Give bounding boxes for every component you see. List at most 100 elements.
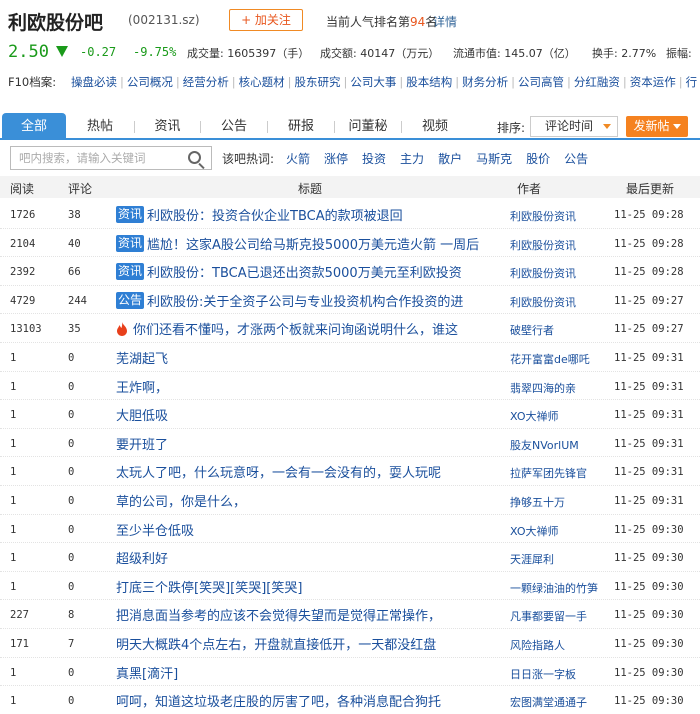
search-input[interactable] — [11, 147, 181, 169]
price-change-percent: -9.75% — [133, 45, 177, 59]
post-author-link[interactable]: 天涯犀利 — [510, 551, 610, 567]
hot-word-link[interactable]: 马斯克 — [476, 152, 512, 166]
list-header: 阅读 评论 标题 作者 最后更新 — [0, 176, 700, 198]
tab-bar: 全部 热帖 资讯 公告 研报 问董秘 视频 排序: 评论时间 发新帖 — [0, 113, 700, 140]
tab-announcements[interactable]: 公告 — [201, 113, 267, 140]
post-tag-badge[interactable]: 资讯 — [116, 206, 145, 223]
post-title-link[interactable]: 明天大概跌4个点左右，开盘就直接低开，一天都没红盘 — [116, 638, 436, 653]
hot-word-link[interactable]: 公告 — [564, 152, 588, 166]
last-updated-time: 11-25 09:31 — [614, 409, 684, 422]
post-author-link[interactable]: 风险指路人 — [510, 637, 610, 653]
f10-separator: | — [399, 75, 404, 89]
tab-news[interactable]: 资讯 — [135, 113, 200, 140]
table-row: 1 0 芜湖起飞 花开富富de哪吒 11-25 09:31 — [0, 343, 700, 372]
post-title-link[interactable]: 利欧股份：TBCA已退还出资款5000万美元至利欧投资 — [147, 266, 462, 281]
post-author-link[interactable]: XO大禅师 — [510, 523, 610, 539]
post-title-link[interactable]: 尴尬！这家A股公司给马斯克投5000万美元造火箭 一周后 — [147, 238, 479, 253]
quote-row: 2.50 -0.27 -9.75% 成交量: 1605397（手） 成交额: 4… — [8, 42, 700, 64]
post-author-link[interactable]: 拉萨军团先锋官 — [510, 465, 610, 481]
f10-link[interactable]: 操盘必读 — [71, 75, 117, 89]
tab-ask-secretary[interactable]: 问董秘 — [335, 113, 401, 140]
hot-word-link[interactable]: 股价 — [526, 152, 550, 166]
post-title-link[interactable]: 太玩人了吧，什么玩意呀，一会有一会没有的，耍人玩呢 — [116, 466, 441, 481]
post-title-cell: 超级利好 — [116, 548, 168, 567]
tab-hot[interactable]: 热帖 — [66, 113, 134, 140]
post-title-cell: 要开班了 — [116, 434, 168, 453]
post-title-link[interactable]: 至少半仓低吸 — [116, 524, 194, 539]
post-author-link[interactable]: 股友NVorlUM — [510, 437, 610, 453]
post-author-link[interactable]: 凡事都要留一手 — [510, 608, 610, 624]
f10-link[interactable]: 核心题材 — [239, 75, 285, 89]
post-title-link[interactable]: 王炸啊， — [116, 381, 168, 396]
f10-link[interactable]: 股本结构 — [406, 75, 452, 89]
comment-count: 244 — [68, 294, 87, 307]
last-updated-time: 11-25 09:30 — [614, 552, 684, 565]
tab-video[interactable]: 视频 — [402, 113, 468, 140]
post-title-link[interactable]: 真黑[滴汗] — [116, 667, 178, 682]
post-title-cell: 呵呵，知道这垃圾老庄股的厉害了吧，各种消息配合狗托 — [116, 691, 441, 710]
sort-select[interactable]: 评论时间 — [530, 116, 618, 137]
post-title-cell: 大胆低吸 — [116, 405, 168, 424]
f10-separator: | — [287, 75, 292, 89]
post-author-link[interactable]: 日日涨一字板 — [510, 666, 610, 682]
f10-link[interactable]: 行 — [686, 75, 698, 89]
post-author-link[interactable]: 翡翠四海的亲 — [510, 380, 610, 396]
post-title-link[interactable]: 呵呵，知道这垃圾老庄股的厉害了吧，各种消息配合狗托 — [116, 695, 441, 710]
new-post-button[interactable]: 发新帖 — [626, 116, 688, 137]
tab-research[interactable]: 研报 — [268, 113, 334, 140]
follow-button[interactable]: + 加关注 — [229, 9, 303, 31]
post-title-link[interactable]: 利欧股份：投资合伙企业TBCA的款项被退回 — [147, 209, 403, 224]
post-title-link[interactable]: 要开班了 — [116, 438, 168, 453]
f10-separator: | — [511, 75, 515, 89]
post-tag-badge[interactable]: 资讯 — [116, 263, 145, 281]
post-author-link[interactable]: XO大禅师 — [510, 408, 610, 424]
rank-detail-link[interactable]: 详情 — [433, 13, 457, 30]
post-author-link[interactable]: 挣够五十万 — [510, 494, 610, 510]
f10-separator: | — [678, 75, 683, 89]
f10-link[interactable]: 财务分析 — [462, 75, 508, 89]
hot-word-link[interactable]: 投资 — [362, 152, 386, 166]
post-author-link[interactable]: 利欧股份资讯 — [510, 294, 610, 310]
f10-link[interactable]: 公司概况 — [127, 75, 173, 89]
post-author-link[interactable]: 宏图满堂通通子 — [510, 694, 610, 710]
f10-separator: | — [343, 75, 348, 89]
post-author-link[interactable]: 利欧股份资讯 — [510, 265, 610, 281]
comment-count: 0 — [68, 495, 75, 507]
post-title-link[interactable]: 超级利好 — [116, 552, 168, 567]
post-title-link[interactable]: 打底三个跌停[笑哭][笑哭][笑哭] — [116, 581, 302, 596]
f10-link[interactable]: 公司大事 — [350, 75, 396, 89]
post-author-link[interactable]: 利欧股份资讯 — [510, 208, 610, 224]
post-title-link[interactable]: 芜湖起飞 — [116, 352, 168, 367]
f10-links: 操盘必读 | 公司概况 | 经营分析 | 核心题材 | 股东研究 | 公司大事 | 股本结构 | 财务分析 |… — [71, 74, 697, 90]
post-title-link[interactable]: 你们还看不懂吗，才涨两个板就来问询函说明什么，谁这 — [133, 323, 458, 338]
hot-word-link[interactable]: 火箭 — [286, 152, 310, 166]
read-count: 1 — [10, 437, 17, 450]
post-title-link[interactable]: 把消息面当参考的应该不会觉得失望而是觉得正常操作， — [116, 609, 441, 624]
search-icon[interactable] — [188, 151, 201, 164]
post-tag-badge[interactable]: 资讯 — [116, 234, 145, 252]
post-title-link[interactable]: 利欧股份:关于全资子公司与专业投资机构合作投资的进 — [147, 295, 463, 310]
post-title-link[interactable]: 大胆低吸 — [116, 409, 168, 424]
dropdown-arrow-icon — [672, 124, 681, 129]
stock-name[interactable]: 利欧股份吧 — [8, 8, 103, 35]
post-author-link[interactable]: 利欧股份资讯 — [510, 237, 610, 253]
read-count: 2104 — [10, 237, 36, 250]
f10-link[interactable]: 股东研究 — [295, 75, 341, 89]
price-change: -0.27 — [80, 45, 117, 59]
read-count: 1 — [10, 695, 17, 708]
f10-link[interactable]: 分红融资 — [574, 75, 620, 89]
post-author-link[interactable]: 花开富富de哪吒 — [510, 351, 610, 367]
post-author-link[interactable]: 破壁行者 — [510, 322, 610, 338]
post-author-link[interactable]: 一颗绿油油的竹笋 — [510, 580, 610, 596]
hot-word-link[interactable]: 主力 — [400, 152, 424, 166]
post-tag-badge[interactable]: 公告 — [116, 291, 145, 309]
hot-word-link[interactable]: 涨停 — [324, 152, 348, 166]
f10-link[interactable]: 经营分析 — [183, 75, 229, 89]
hot-word-link[interactable]: 散户 — [438, 152, 462, 166]
table-row: 1 0 大胆低吸 XO大禅师 11-25 09:31 — [0, 400, 700, 429]
f10-link[interactable]: 公司高管 — [518, 75, 564, 89]
tab-all[interactable]: 全部 — [2, 113, 66, 140]
post-title-link[interactable]: 草的公司，你是什么， — [116, 495, 246, 510]
f10-link[interactable]: 资本运作 — [630, 75, 676, 89]
hot-words: 火箭 涨停 投资 主力 散户 马斯克 股价 公告 — [286, 150, 602, 167]
